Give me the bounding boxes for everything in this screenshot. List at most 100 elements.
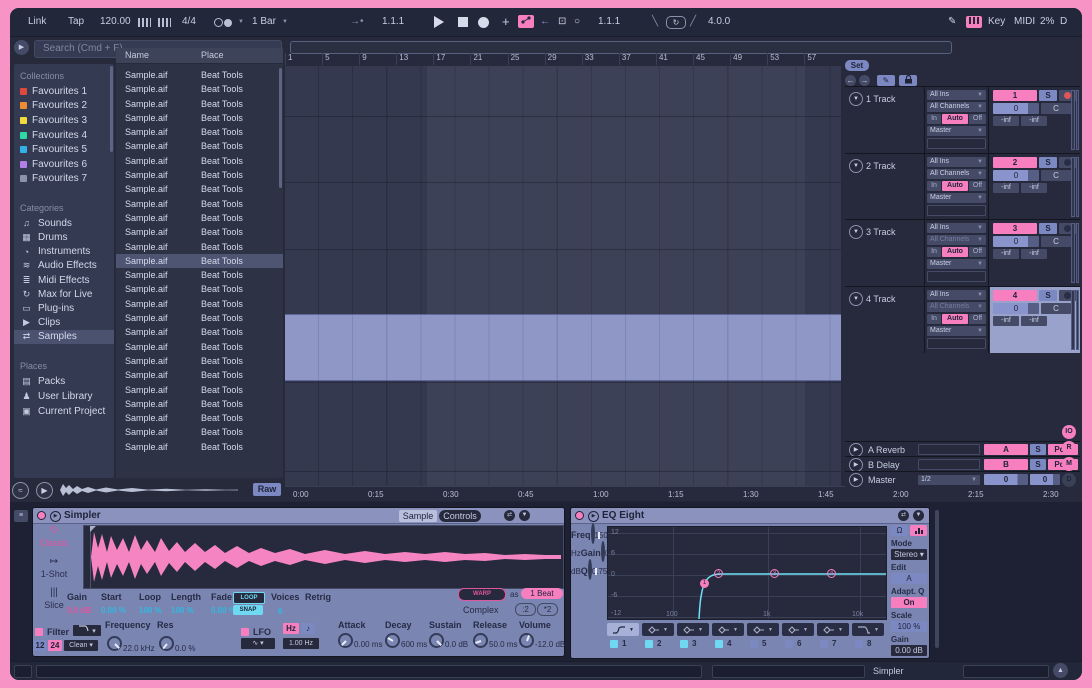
monitor-off-button[interactable]: Off: [969, 114, 986, 124]
track-activator-button[interactable]: 4: [993, 290, 1037, 301]
eq-band[interactable]: ▼ 4: [712, 623, 746, 648]
file-row[interactable]: Sample.aifBeat Tools: [116, 311, 283, 325]
file-row[interactable]: Sample.aifBeat Tools: [116, 182, 283, 196]
monitor-auto-button[interactable]: Auto: [942, 247, 968, 257]
monitor-in-button[interactable]: In: [927, 114, 941, 124]
filter-frequency-knob[interactable]: [107, 636, 122, 651]
band-shape-select[interactable]: ▼: [642, 623, 674, 636]
track-name-area[interactable]: ▼ 1 Track: [845, 87, 925, 153]
volume-slider[interactable]: 0: [993, 170, 1039, 181]
snap-toggle[interactable]: SNAP: [233, 605, 263, 615]
track-name-area[interactable]: ▼ 2 Track: [845, 154, 925, 220]
file-row[interactable]: Sample.aifBeat Tools: [116, 397, 283, 411]
track-fold-icon[interactable]: ▼: [849, 92, 863, 106]
return-activator-button[interactable]: B: [984, 459, 1028, 470]
nudge-down-icon[interactable]: [138, 18, 151, 27]
file-row[interactable]: Sample.aifBeat Tools: [116, 282, 283, 296]
master-track-header[interactable]: ▶ Master 1/2▼ 0 0: [845, 471, 1080, 487]
eq-band[interactable]: ▼ 1: [607, 623, 641, 648]
sidebar-item-place[interactable]: ▣Current Project: [14, 404, 114, 419]
band-shape-select[interactable]: ▼: [817, 623, 849, 636]
midi-map-button[interactable]: MIDI: [1014, 16, 1035, 27]
start-marker-icon[interactable]: [90, 526, 96, 532]
lfo-sync-note-icon[interactable]: ♪: [301, 623, 315, 634]
warp-mode-select[interactable]: Complex: [463, 605, 499, 615]
return-track-header[interactable]: ▶ B Delay B S Post: [845, 456, 1080, 472]
sidebar-item-category[interactable]: ≣Midi Effects: [14, 273, 114, 287]
session-record-icon[interactable]: ⊡: [558, 16, 566, 27]
loop-length-field[interactable]: 4.0.0: [708, 16, 730, 27]
sidebar-item-category[interactable]: ⇄Samples: [14, 330, 114, 344]
track-name-area[interactable]: ▼ 3 Track: [845, 220, 925, 286]
set-button[interactable]: Set: [845, 60, 869, 71]
eq-title-bar[interactable]: ▶ EQ Eight ⇄ ▼: [571, 508, 929, 524]
monitor-auto-button[interactable]: Auto: [942, 314, 968, 324]
sample-param[interactable]: Length100 %: [171, 592, 215, 615]
track-header[interactable]: ▼ 3 Track All Ins▼ All Channels▼ In Auto…: [845, 219, 1080, 286]
return-activator-button[interactable]: A: [984, 444, 1028, 455]
eq-knob-group[interactable]: Q0.75: [581, 561, 608, 578]
warp-half-button[interactable]: :2: [515, 603, 536, 616]
file-row[interactable]: Sample.aifBeat Tools: [116, 82, 283, 96]
monitor-off-button[interactable]: Off: [969, 181, 986, 191]
return-fold-icon[interactable]: ▶: [849, 458, 863, 472]
return-solo-button[interactable]: S: [1030, 444, 1046, 455]
metronome-caret-icon[interactable]: ▼: [238, 19, 244, 25]
band-shape-select[interactable]: ▼: [677, 623, 709, 636]
device-preview-icon[interactable]: ▶: [50, 511, 61, 522]
track-fold-icon[interactable]: ▼: [849, 292, 863, 306]
sidebar-item-collection[interactable]: Favourites 4: [14, 128, 114, 143]
file-list-scrollbar[interactable]: [279, 68, 282, 188]
time-ruler[interactable]: 0:000:150:300:451:001:151:301:452:002:15…: [285, 486, 1080, 501]
track-activator-button[interactable]: 2: [993, 157, 1037, 168]
band-shape-select[interactable]: ▼: [607, 623, 639, 636]
capture-midi-icon[interactable]: ○: [574, 16, 580, 27]
eq-band3-dot[interactable]: 3: [770, 569, 779, 578]
envelope-knob-group[interactable]: Sustain0.0 dB: [429, 620, 475, 630]
punch-out-icon[interactable]: ╱: [690, 16, 696, 27]
solo-button[interactable]: S: [1039, 157, 1057, 168]
sidebar-item-category[interactable]: ▭Plug-ins: [14, 301, 114, 315]
save-preset-icon[interactable]: ▼: [913, 510, 924, 521]
pencil-button[interactable]: ✎: [877, 75, 895, 86]
preview-play-icon[interactable]: ▶: [36, 482, 53, 499]
mixer-section-toggle[interactable]: R: [1062, 441, 1076, 455]
track-fold-icon[interactable]: ▼: [849, 159, 863, 173]
monitor-in-button[interactable]: In: [927, 314, 941, 324]
sidebar-item-place[interactable]: ♟User Library: [14, 389, 114, 404]
output-type-select[interactable]: Master▼: [927, 259, 986, 269]
cue-out-select[interactable]: 1/2▼: [918, 475, 980, 485]
link-button[interactable]: Link: [28, 16, 46, 27]
nudge-up-icon[interactable]: [158, 18, 171, 27]
sidebar-item-collection[interactable]: Favourites 5: [14, 142, 114, 157]
monitor-auto-button[interactable]: Auto: [942, 114, 968, 124]
filter-type-select[interactable]: ▾: [73, 625, 101, 636]
scale-value[interactable]: 100 %: [891, 621, 927, 632]
file-row[interactable]: Sample.aifBeat Tools: [116, 154, 283, 168]
device-area-scrollbar[interactable]: [935, 510, 939, 648]
monitor-in-button[interactable]: In: [927, 247, 941, 257]
file-row[interactable]: Sample.aifBeat Tools: [116, 425, 283, 439]
computer-midi-keyboard-icon[interactable]: [966, 16, 982, 28]
sidebar-item-category[interactable]: ↻Max for Live: [14, 287, 114, 301]
sidebar-item-collection[interactable]: Favourites 6: [14, 157, 114, 172]
band-shape-select[interactable]: ▼: [747, 623, 779, 636]
hot-swap-icon[interactable]: ⇄: [504, 510, 515, 521]
bar-ruler[interactable]: 159131721252933374145495357: [285, 53, 845, 65]
band-enable-checkbox[interactable]: [750, 640, 758, 648]
file-row[interactable]: Sample.aifBeat Tools: [116, 297, 283, 311]
monitor-off-button[interactable]: Off: [969, 247, 986, 257]
edit-ab-button[interactable]: A: [891, 573, 927, 584]
mixer-section-toggle[interactable]: D: [1062, 473, 1076, 487]
master-fold-icon[interactable]: ▶: [849, 473, 863, 487]
file-row[interactable]: Sample.aifBeat Tools: [116, 254, 283, 268]
file-row[interactable]: Sample.aifBeat Tools: [116, 168, 283, 182]
file-row[interactable]: Sample.aifBeat Tools: [116, 340, 283, 354]
time-signature-field[interactable]: 4/4: [182, 16, 196, 27]
lfo-hz-button[interactable]: Hz: [283, 623, 299, 634]
quantize-caret-icon[interactable]: ▼: [282, 19, 288, 25]
mixer-section-toggle[interactable]: IO: [1062, 425, 1076, 439]
tap-tempo-button[interactable]: Tap: [68, 16, 84, 27]
output-type-select[interactable]: Master▼: [927, 193, 986, 203]
volume-slider[interactable]: 0: [993, 303, 1039, 314]
